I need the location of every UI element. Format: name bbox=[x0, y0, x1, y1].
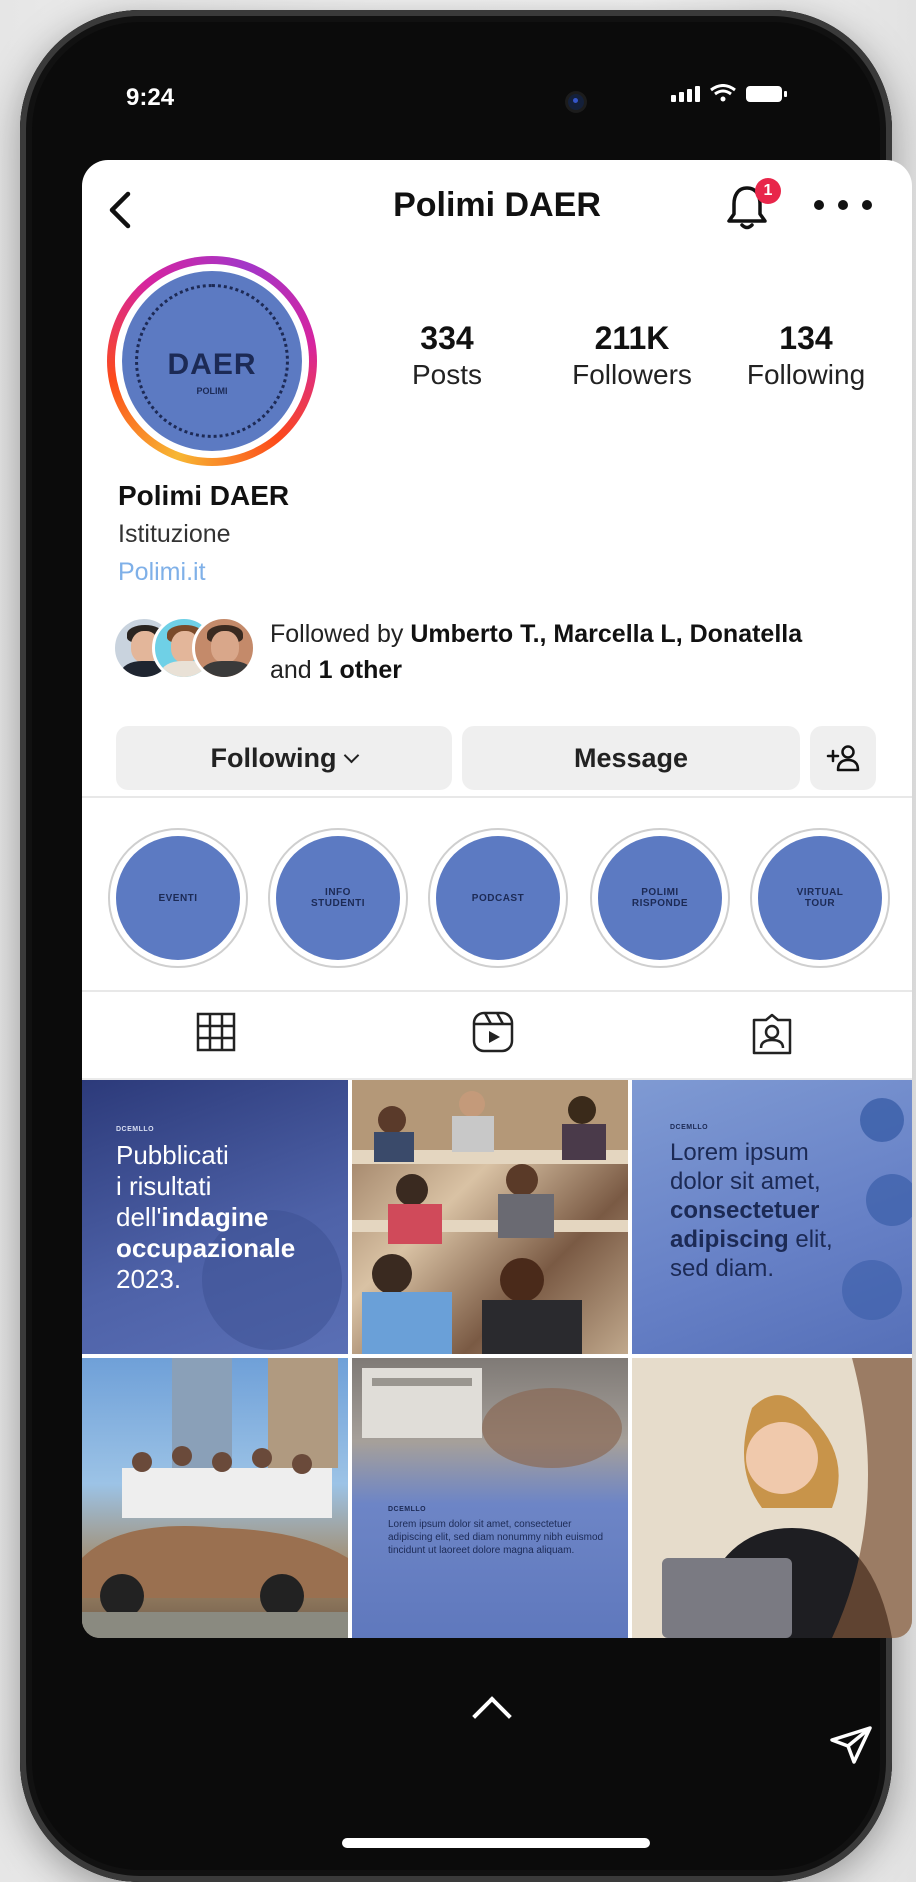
stat-label: Followers bbox=[572, 359, 692, 390]
signal-icon bbox=[671, 86, 700, 102]
stat-value: 211K bbox=[594, 320, 670, 356]
mutual-followers-avatars[interactable] bbox=[112, 616, 256, 686]
post-tile[interactable] bbox=[632, 1358, 912, 1638]
followed-by-text[interactable]: Followed by Umberto T., Marcella L, Dona… bbox=[270, 616, 890, 688]
profile-category: Istituzione bbox=[118, 520, 231, 548]
stat-label: Posts bbox=[411, 359, 483, 390]
suggest-people-button[interactable] bbox=[810, 726, 876, 790]
smiling-student-photo bbox=[632, 1358, 912, 1638]
status-time: 9:24 bbox=[126, 84, 175, 111]
story-highlight[interactable]: INFO STUDENTI bbox=[268, 828, 408, 968]
stat-followers[interactable]: 211K Followers bbox=[552, 320, 712, 391]
page-title: Polimi DAER bbox=[393, 186, 601, 224]
following-button[interactable]: Following bbox=[116, 726, 452, 790]
home-indicator[interactable] bbox=[342, 1838, 650, 1848]
story-highlight[interactable]: PODCAST bbox=[428, 828, 568, 968]
team-car-photo bbox=[82, 1358, 348, 1638]
post-caption: Lorem ipsum dolor sit amet, consectetuer ad… bbox=[670, 1139, 833, 1282]
tagged-icon[interactable] bbox=[751, 1012, 793, 1056]
avatar[interactable]: DAER POLIMI bbox=[107, 256, 317, 466]
story-highlight[interactable]: POLIMI RISPONDE bbox=[590, 828, 730, 968]
avatar-logo-subtext: POLIMI bbox=[196, 386, 228, 396]
stat-label: Following bbox=[746, 359, 866, 390]
post-tile[interactable]: DCEMLLO Lorem ipsum dolor sit amet, consec… bbox=[632, 1080, 912, 1358]
divider bbox=[82, 990, 912, 992]
chevron-up-icon[interactable] bbox=[472, 1696, 512, 1736]
battery-icon bbox=[746, 86, 787, 102]
post-tile[interactable] bbox=[82, 1358, 352, 1638]
story-highlight[interactable]: EVENTI bbox=[108, 828, 248, 968]
profile-website-link[interactable]: Polimi.it bbox=[118, 558, 206, 587]
post-caption: Lorem ipsum dolor sit amet, consectetuer… bbox=[388, 1519, 604, 1556]
front-camera bbox=[568, 94, 584, 110]
more-options-icon[interactable] bbox=[814, 200, 874, 214]
post-tile[interactable]: DCEMLLO Pubblicati i risultati dell'indagi… bbox=[82, 1080, 352, 1358]
chevron-down-icon bbox=[344, 747, 360, 763]
phone-frame: 9:24 Polimi DAER 1 DAER POLIMI 334 Posts… bbox=[20, 10, 912, 1882]
add-person-icon bbox=[826, 745, 860, 772]
stat-following[interactable]: 134 Following bbox=[716, 320, 896, 391]
mutual-avatar bbox=[192, 616, 256, 680]
system-icons bbox=[671, 84, 787, 102]
post-tag: DCEMLLO bbox=[388, 1506, 427, 1513]
posts-grid: DCEMLLO Pubblicati i risultati dell'indagi… bbox=[82, 1080, 912, 1638]
stat-value: 334 bbox=[420, 320, 474, 356]
post-caption: Pubblicati i risultati dell'indagine occupa… bbox=[116, 1140, 296, 1294]
wifi-icon bbox=[710, 84, 736, 102]
instagram-profile-screen: Polimi DAER 1 DAER POLIMI 334 Posts 211K… bbox=[82, 160, 912, 1638]
stat-posts[interactable]: 334 Posts bbox=[382, 320, 512, 391]
reels-icon[interactable] bbox=[471, 1010, 515, 1054]
post-tile[interactable]: DCEMLLO Lorem ipsum dolor sit amet, cons… bbox=[352, 1358, 632, 1638]
stat-value: 134 bbox=[779, 320, 833, 356]
students-photo bbox=[352, 1080, 628, 1354]
story-highlight[interactable]: VIRTUAL TOUR bbox=[750, 828, 890, 968]
profile-name: Polimi DAER bbox=[118, 480, 290, 511]
message-button[interactable]: Message bbox=[462, 726, 800, 790]
architecture-model-photo bbox=[362, 1368, 622, 1468]
post-tile[interactable] bbox=[352, 1080, 632, 1358]
post-tag: DCEMLLO bbox=[116, 1126, 155, 1133]
send-icon[interactable] bbox=[826, 1720, 876, 1770]
notification-badge: 1 bbox=[755, 178, 781, 204]
grid-icon[interactable] bbox=[196, 1012, 236, 1052]
avatar-logo-text: DAER bbox=[167, 348, 257, 381]
post-tag: DCEMLLO bbox=[670, 1124, 709, 1131]
divider bbox=[82, 796, 912, 798]
